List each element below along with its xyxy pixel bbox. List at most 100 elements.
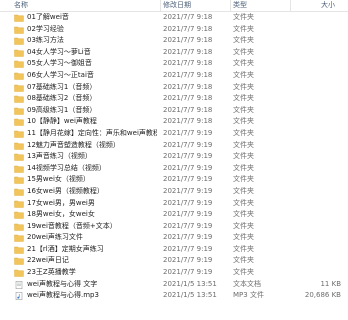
file-type: 文件夹 bbox=[233, 36, 254, 45]
file-type: 文件夹 bbox=[233, 244, 254, 253]
folder-icon bbox=[14, 234, 24, 243]
file-row[interactable]: 04女人学习～萝Li音 2021/7/7 9:18 文件夹 bbox=[0, 47, 348, 59]
file-date: 2021/7/7 9:18 bbox=[163, 82, 213, 91]
file-type: 文件夹 bbox=[233, 128, 254, 137]
file-type: 文件夹 bbox=[233, 163, 254, 172]
file-size: 11 KB bbox=[320, 279, 341, 288]
file-type: 文件夹 bbox=[233, 94, 254, 103]
file-type: 文件夹 bbox=[233, 233, 254, 242]
file-name: 08基础练习2（音频） bbox=[27, 94, 97, 103]
file-name: 15男wei女（视频） bbox=[27, 175, 90, 184]
file-date: 2021/7/7 9:18 bbox=[163, 47, 213, 56]
file-name: 21【rl酒】定期女声练习 bbox=[27, 244, 104, 253]
file-list: 01了解wei音 2021/7/7 9:18 文件夹 02学习经验 2021/7/7 9… bbox=[0, 12, 348, 302]
text-document-icon bbox=[14, 280, 24, 289]
file-row[interactable]: 01了解wei音 2021/7/7 9:18 文件夹 bbox=[0, 12, 348, 24]
file-type: 文件夹 bbox=[233, 82, 254, 91]
file-date: 2021/7/7 9:19 bbox=[163, 163, 213, 172]
file-type: 文件夹 bbox=[233, 221, 254, 230]
column-header: 名称 修改日期 类型 大小 bbox=[0, 0, 348, 12]
file-name: wei声教程与心得.mp3 bbox=[27, 291, 99, 300]
file-row[interactable]: 18男wei女，女wei女 2021/7/7 9:19 文件夹 bbox=[0, 209, 348, 221]
file-name: 01了解wei音 bbox=[27, 13, 69, 21]
folder-icon bbox=[14, 257, 24, 266]
file-row[interactable]: 09高级练习1（音频） 2021/7/7 9:18 文件夹 bbox=[0, 105, 348, 117]
file-date: 2021/7/7 9:19 bbox=[163, 210, 213, 219]
file-type: 文件夹 bbox=[233, 268, 254, 277]
file-row[interactable]: wei声教程与心得 文字 2021/1/5 13:51 文本文档 11 KB bbox=[0, 279, 348, 291]
file-type: 文件夹 bbox=[233, 256, 254, 265]
file-type: 文件夹 bbox=[233, 117, 254, 126]
file-type: 文本文档 bbox=[233, 279, 261, 288]
file-type: 文件夹 bbox=[233, 152, 254, 161]
file-type: 文件夹 bbox=[233, 70, 254, 79]
file-row[interactable]: 06女人学习～正tai音 2021/7/7 9:18 文件夹 bbox=[0, 70, 348, 82]
file-name: wei声教程与心得 文字 bbox=[27, 279, 98, 288]
file-name: 20wei声练习文件 bbox=[27, 233, 83, 242]
column-header-date[interactable]: 修改日期 bbox=[163, 0, 191, 11]
file-row[interactable]: 05女人学习～御姐音 2021/7/7 9:18 文件夹 bbox=[0, 58, 348, 70]
column-header-type[interactable]: 类型 bbox=[233, 0, 247, 11]
file-row[interactable]: 02学习经验 2021/7/7 9:18 文件夹 bbox=[0, 24, 348, 36]
file-type: MP3 文件 bbox=[233, 291, 264, 300]
file-type: 文件夹 bbox=[233, 175, 254, 184]
column-header-size[interactable]: 大小 bbox=[321, 0, 335, 11]
file-date: 2021/7/7 9:19 bbox=[163, 152, 213, 161]
file-row[interactable]: 10【静静】wei声教程 2021/7/7 9:18 文件夹 bbox=[0, 116, 348, 128]
folder-icon bbox=[14, 200, 24, 208]
file-row[interactable]: 13声音练习（视频） 2021/7/7 9:19 文件夹 bbox=[0, 151, 348, 163]
file-name: 03练习方法 bbox=[27, 36, 64, 45]
file-date: 2021/7/7 9:18 bbox=[163, 24, 213, 33]
column-divider[interactable] bbox=[160, 0, 161, 11]
file-size: 20,686 KB bbox=[304, 291, 341, 300]
column-divider[interactable] bbox=[290, 0, 291, 11]
file-name: 05女人学习～御姐音 bbox=[27, 59, 92, 68]
folder-icon bbox=[14, 269, 24, 277]
file-row[interactable]: 16女wei男（视频教程） 2021/7/7 9:19 文件夹 bbox=[0, 186, 348, 198]
file-row[interactable]: 12魅力声音塑造教程（视频） 2021/7/7 9:19 文件夹 bbox=[0, 140, 348, 152]
folder-icon bbox=[14, 223, 24, 231]
file-type: 文件夹 bbox=[233, 59, 254, 68]
file-date: 2021/7/7 9:19 bbox=[163, 256, 213, 265]
file-type: 文件夹 bbox=[233, 186, 254, 195]
file-type: 文件夹 bbox=[233, 210, 254, 219]
file-row[interactable]: 11【静月花嫁】定向性：声乐和wei声教程 2021/7/7 9:19 文件夹 bbox=[0, 128, 348, 140]
folder-icon bbox=[14, 14, 24, 22]
folder-icon bbox=[14, 107, 24, 115]
file-row[interactable]: wei声教程与心得.mp3 2021/1/5 13:51 MP3 文件 20,686 … bbox=[0, 290, 348, 302]
file-row[interactable]: 20wei声练习文件 2021/7/7 9:19 文件夹 bbox=[0, 232, 348, 244]
folder-icon bbox=[14, 95, 24, 103]
column-divider[interactable] bbox=[230, 0, 231, 11]
file-name: 22wei声日记 bbox=[27, 256, 69, 265]
file-row[interactable]: 17女wei男，男wei男 2021/7/7 9:19 文件夹 bbox=[0, 198, 348, 210]
file-row[interactable]: 15男wei女（视频） 2021/7/7 9:19 文件夹 bbox=[0, 174, 348, 186]
file-row[interactable]: 07基础练习1（音频） 2021/7/7 9:18 文件夹 bbox=[0, 82, 348, 94]
file-date: 2021/7/7 9:18 bbox=[163, 13, 213, 21]
file-name: 16女wei男（视频教程） bbox=[27, 186, 104, 195]
file-type: 文件夹 bbox=[233, 140, 254, 149]
file-date: 2021/7/7 9:18 bbox=[163, 105, 213, 114]
file-date: 2021/7/7 9:19 bbox=[163, 198, 213, 207]
file-row[interactable]: 08基础练习2（音频） 2021/7/7 9:18 文件夹 bbox=[0, 93, 348, 105]
file-row[interactable]: 14视频学习总结（视频） 2021/7/7 9:19 文件夹 bbox=[0, 163, 348, 175]
folder-icon bbox=[14, 142, 24, 150]
folder-icon bbox=[14, 26, 24, 34]
file-date: 2021/7/7 9:19 bbox=[163, 175, 213, 184]
file-row[interactable]: 22wei声日记 2021/7/7 9:19 文件夹 bbox=[0, 255, 348, 267]
column-header-name[interactable]: 名称 bbox=[14, 0, 28, 11]
file-row[interactable]: 23王Z英播教学 2021/7/7 9:19 文件夹 bbox=[0, 267, 348, 279]
file-date: 2021/7/7 9:19 bbox=[163, 244, 213, 253]
folder-icon bbox=[14, 72, 24, 80]
file-row[interactable]: 19wei音教程（音频+文本） 2021/7/7 9:19 文件夹 bbox=[0, 221, 348, 233]
folder-icon bbox=[14, 37, 24, 45]
file-type: 文件夹 bbox=[233, 24, 254, 33]
file-row[interactable]: 03练习方法 2021/7/7 9:18 文件夹 bbox=[0, 35, 348, 47]
file-date: 2021/7/7 9:18 bbox=[163, 70, 213, 79]
file-date: 2021/7/7 9:19 bbox=[163, 233, 213, 242]
folder-icon bbox=[14, 176, 24, 185]
file-row[interactable]: 21【rl酒】定期女声练习 2021/7/7 9:19 文件夹 bbox=[0, 244, 348, 256]
file-date: 2021/1/5 13:51 bbox=[163, 291, 217, 300]
file-name: 07基础练习1（音频） bbox=[27, 82, 97, 91]
folder-icon bbox=[14, 118, 24, 127]
file-type: 文件夹 bbox=[233, 47, 254, 56]
